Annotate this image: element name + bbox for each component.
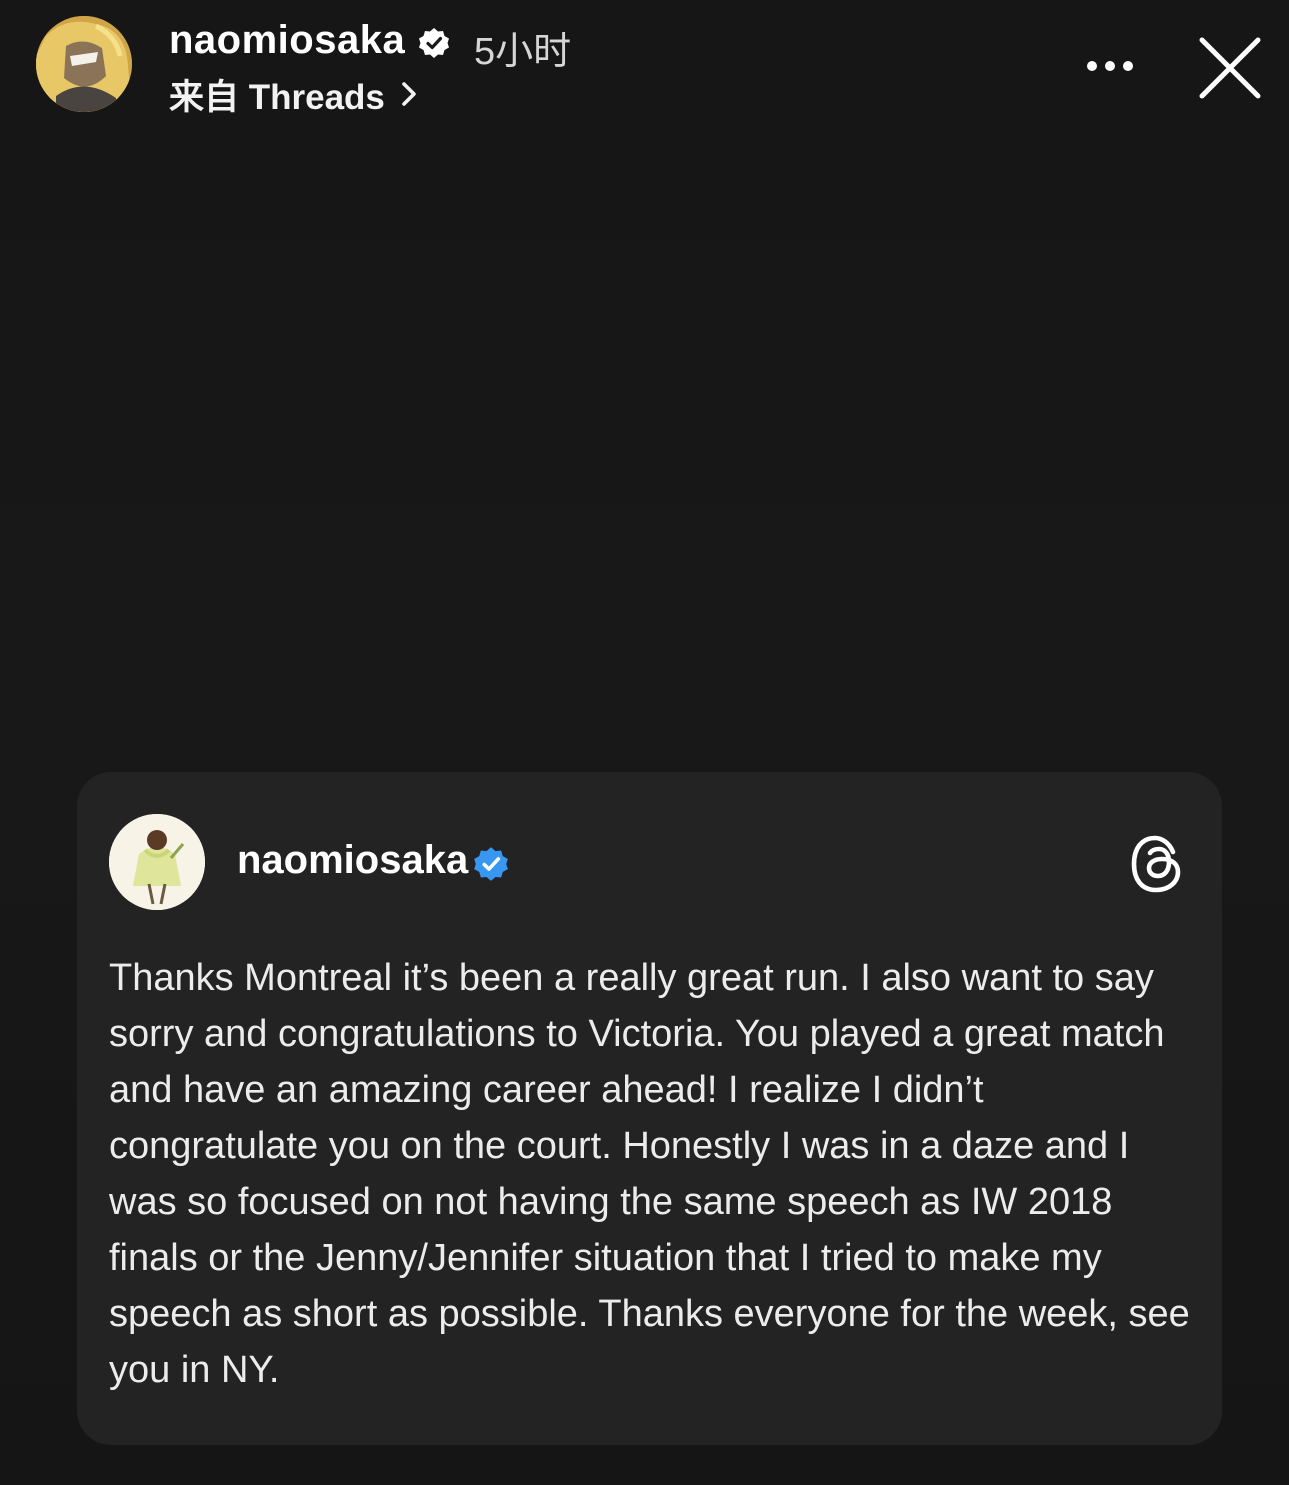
story-viewer: naomiosaka 5小时 来自 Threads naomiosaka Tha… <box>0 0 1289 1485</box>
threads-post-card[interactable]: naomiosaka Thanks Montreal it’s been a r… <box>77 772 1222 1445</box>
source-label: 来自 Threads <box>169 77 385 117</box>
story-username[interactable]: naomiosaka <box>169 18 405 63</box>
chevron-right-icon <box>402 82 416 106</box>
close-icon[interactable] <box>1196 34 1264 102</box>
more-options-button[interactable] <box>1080 46 1140 86</box>
post-body-text: Thanks Montreal it’s been a really great… <box>109 957 1190 1391</box>
story-timestamp: 5小时 <box>474 31 572 73</box>
source-threads-link[interactable]: 来自 Threads <box>169 72 419 117</box>
verified-badge-blue-icon <box>474 847 508 881</box>
card-username[interactable]: naomiosaka <box>237 838 468 883</box>
card-avatar[interactable] <box>109 814 205 910</box>
story-header: naomiosaka 5小时 来自 Threads <box>0 0 1289 140</box>
threads-logo-icon[interactable] <box>1129 834 1185 894</box>
verified-badge-icon <box>419 28 449 58</box>
profile-avatar[interactable] <box>36 16 132 112</box>
